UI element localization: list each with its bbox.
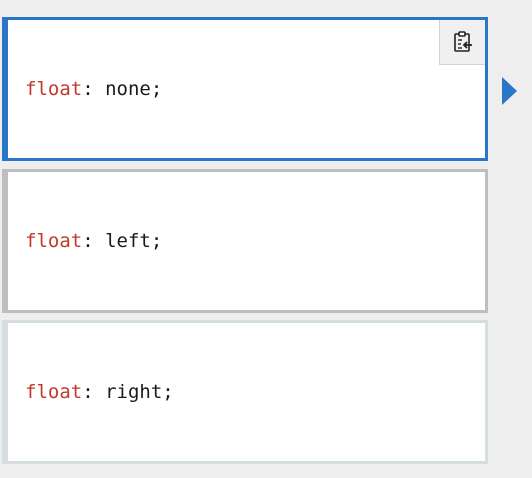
css-value: right; <box>105 381 174 403</box>
css-property: float <box>25 78 83 100</box>
example-float-right[interactable]: float: right; <box>2 320 488 464</box>
clipboard-paste-icon <box>453 31 472 52</box>
code-line: float: right; <box>25 381 174 403</box>
example-float-none[interactable]: float: none; <box>2 17 488 161</box>
css-separator: : <box>82 381 106 403</box>
copy-button[interactable] <box>439 20 485 65</box>
css-property: float <box>25 381 83 403</box>
example-float-left[interactable]: float: left; <box>2 169 488 313</box>
caret-right-icon <box>502 77 517 105</box>
css-property: float <box>25 230 83 252</box>
css-value: left; <box>105 230 163 252</box>
css-value: none; <box>105 78 163 100</box>
code-line: float: none; <box>25 78 162 100</box>
code-line: float: left; <box>25 230 162 252</box>
css-separator: : <box>82 78 106 100</box>
css-separator: : <box>82 230 106 252</box>
